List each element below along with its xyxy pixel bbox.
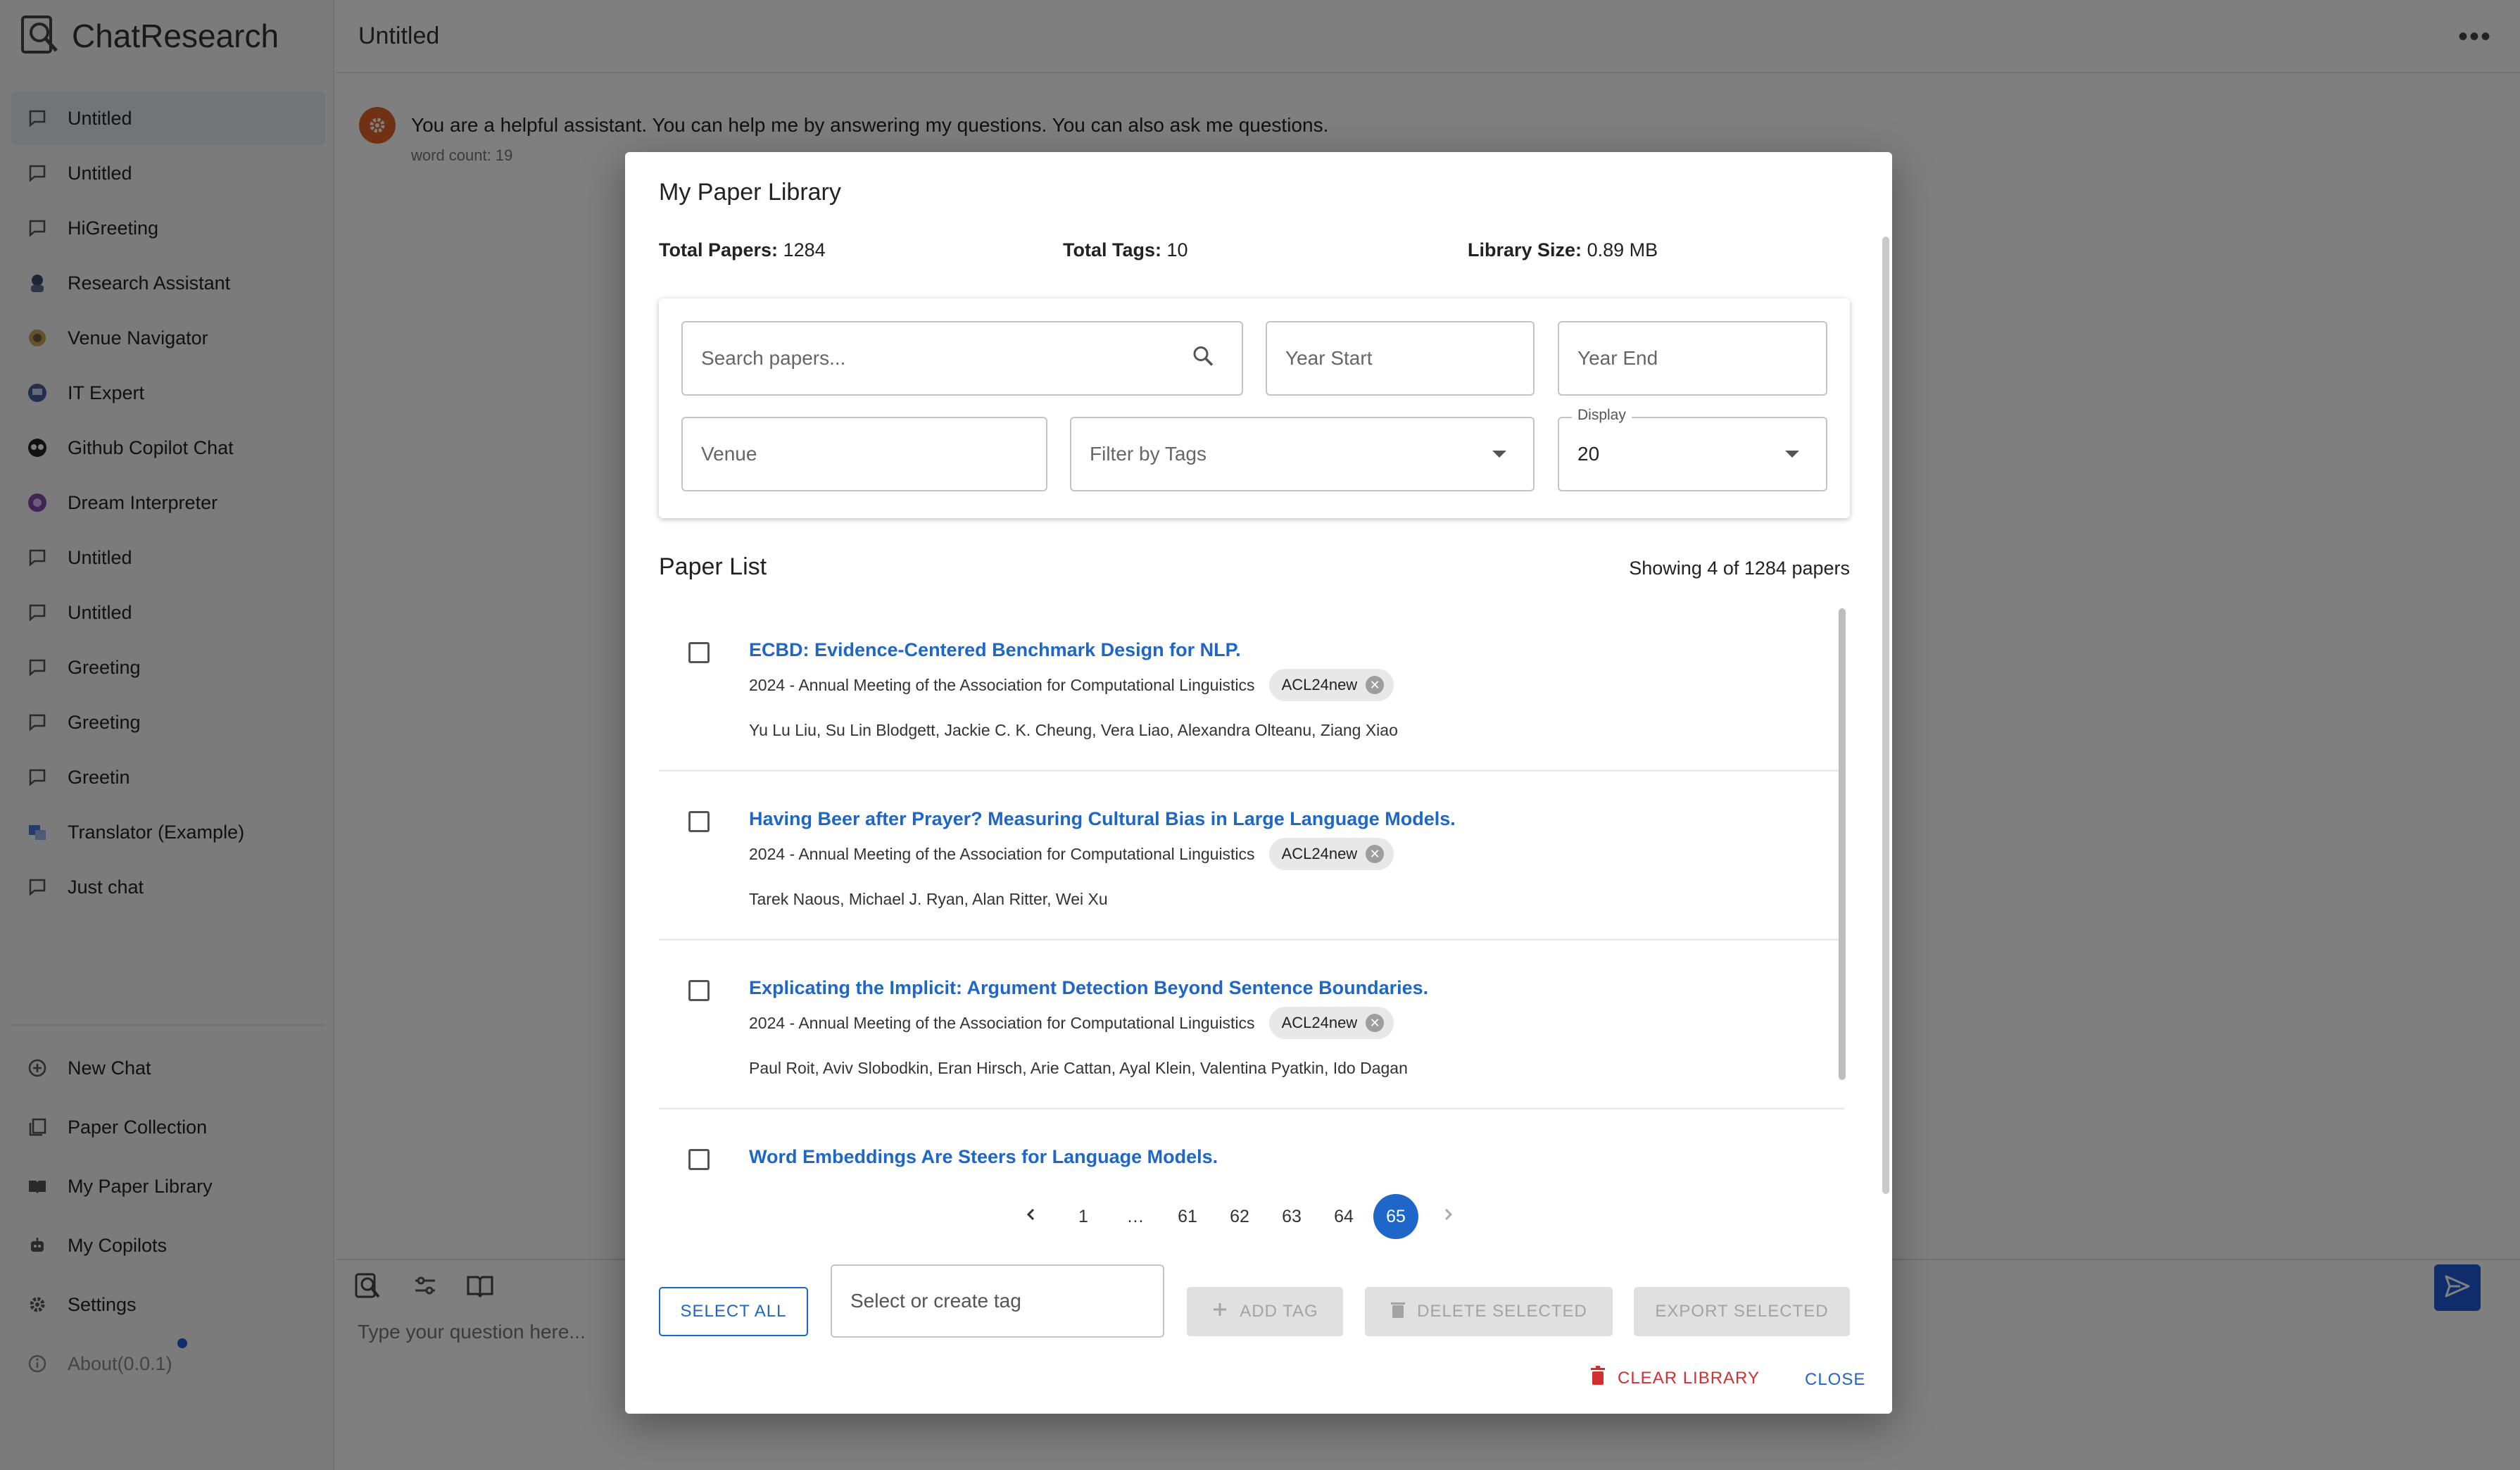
clear-library-button[interactable]: CLEAR LIBRARY [1589, 1366, 1760, 1390]
paper-authors: Tarek Naous, Michael J. Ryan, Alan Ritte… [749, 890, 1108, 908]
tag-chip[interactable]: ACL24new ✕ [1268, 1007, 1394, 1039]
paper-checkbox[interactable] [688, 1149, 710, 1170]
paper-authors: Paul Roit, Aviv Slobodkin, Eran Hirsch, … [749, 1059, 1408, 1077]
clear-library-label: CLEAR LIBRARY [1618, 1368, 1760, 1388]
plus-icon [1211, 1301, 1228, 1323]
page-button[interactable]: 64 [1321, 1194, 1366, 1239]
page-button[interactable]: 62 [1217, 1194, 1262, 1239]
paper-title-link[interactable]: Explicating the Implicit: Argument Detec… [749, 977, 1428, 999]
bulk-actions: SELECT ALL Select or create tag ADD TAG … [659, 1264, 1856, 1342]
library-size-stat: Library Size: 0.89 MB [1468, 239, 1658, 261]
tag-chip-label: ACL24new [1281, 1014, 1358, 1031]
library-size-label: Library Size: [1468, 239, 1582, 260]
display-count-select[interactable]: Display 20 [1558, 407, 1827, 491]
remove-tag-icon[interactable]: ✕ [1366, 1014, 1385, 1032]
paper-checkbox[interactable] [688, 642, 710, 663]
paper-title-link[interactable]: Word Embeddings Are Steers for Language … [749, 1146, 1218, 1168]
add-tag-button[interactable]: ADD TAG [1187, 1287, 1343, 1336]
paper-venue: 2024 - Annual Meeting of the Association… [749, 838, 1394, 870]
venue-placeholder: Venue [701, 443, 757, 465]
tag-select-input[interactable]: Select or create tag [831, 1264, 1164, 1338]
paper-title-link[interactable]: Having Beer after Prayer? Measuring Cult… [749, 808, 1456, 830]
total-tags-value: 10 [1166, 239, 1188, 260]
year-start-placeholder: Year Start [1285, 347, 1373, 369]
paper-checkbox[interactable] [688, 980, 710, 1001]
select-all-button[interactable]: SELECT ALL [659, 1287, 808, 1336]
remove-tag-icon[interactable]: ✕ [1366, 845, 1385, 863]
delete-selected-button[interactable]: DELETE SELECTED [1365, 1287, 1613, 1336]
paper-venue-text: 2024 - Annual Meeting of the Association… [749, 844, 1255, 863]
paper-authors: Yu Lu Liu, Su Lin Blodgett, Jackie C. K.… [749, 721, 1398, 739]
tag-chip-label: ACL24new [1281, 845, 1358, 862]
paper-checkbox[interactable] [688, 811, 710, 832]
tags-filter-select[interactable]: Filter by Tags [1070, 417, 1535, 491]
year-start-field[interactable]: Year Start [1266, 321, 1535, 396]
display-label: Display [1572, 407, 1632, 424]
chevron-left-icon [1023, 1207, 1039, 1227]
tag-chip-label: ACL24new [1281, 676, 1358, 693]
total-papers-value: 1284 [783, 239, 826, 260]
library-size-value: 0.89 MB [1587, 239, 1658, 260]
paper-venue: 2024 - Annual Meeting of the Association… [749, 1007, 1394, 1039]
year-end-placeholder: Year End [1577, 347, 1658, 369]
paper-title-link[interactable]: ECBD: Evidence-Centered Benchmark Design… [749, 639, 1241, 661]
chevron-down-icon [1492, 451, 1506, 458]
filter-panel: Search papers... Year Start Year End Ven… [659, 299, 1850, 518]
showing-count: Showing 4 of 1284 papers [1629, 558, 1850, 579]
trash-icon [1589, 1366, 1606, 1390]
tag-chip[interactable]: ACL24new ✕ [1268, 669, 1394, 701]
tags-filter-placeholder: Filter by Tags [1090, 443, 1207, 465]
chevron-right-icon [1440, 1207, 1456, 1227]
total-tags-stat: Total Tags: 10 [1063, 239, 1188, 261]
paper-venue: 2024 - Annual Meeting of the Association… [749, 669, 1394, 701]
current-page-button[interactable]: 65 [1373, 1194, 1418, 1239]
chevron-down-icon [1785, 451, 1799, 458]
page-ellipsis: … [1126, 1206, 1145, 1226]
total-tags-label: Total Tags: [1063, 239, 1161, 260]
tag-select-placeholder: Select or create tag [850, 1290, 1021, 1312]
paper-venue-text: 2024 - Annual Meeting of the Association… [749, 675, 1255, 694]
year-end-field[interactable]: Year End [1558, 321, 1827, 396]
page-button[interactable]: 1 [1061, 1194, 1106, 1239]
paper-library-dialog: My Paper Library Total Papers: 1284 Tota… [625, 152, 1892, 1414]
search-placeholder: Search papers... [701, 347, 846, 369]
next-page-button[interactable] [1425, 1194, 1470, 1239]
tag-chip[interactable]: ACL24new ✕ [1268, 838, 1394, 870]
total-papers-label: Total Papers: [659, 239, 779, 260]
venue-field[interactable]: Venue [681, 417, 1047, 491]
close-button[interactable]: CLOSE [1805, 1370, 1865, 1390]
display-value: 20 [1577, 443, 1600, 465]
list-scrollbar[interactable] [1839, 608, 1846, 1080]
dialog-scrollbar[interactable] [1882, 237, 1889, 1194]
export-selected-button[interactable]: EXPORT SELECTED [1634, 1287, 1850, 1336]
trash-icon [1390, 1300, 1406, 1324]
dialog-title: My Paper Library [659, 179, 841, 206]
prev-page-button[interactable] [1009, 1194, 1054, 1239]
pagination: 1 … 61 62 63 64 65 [1005, 1194, 1474, 1239]
paper-row: Having Beer after Prayer? Measuring Cult… [659, 772, 1844, 941]
add-tag-label: ADD TAG [1240, 1302, 1318, 1321]
paper-venue-text: 2024 - Annual Meeting of the Association… [749, 1013, 1255, 1032]
paper-row: ECBD: Evidence-Centered Benchmark Design… [659, 603, 1844, 772]
delete-selected-label: DELETE SELECTED [1417, 1302, 1587, 1321]
page-button[interactable]: 61 [1165, 1194, 1210, 1239]
search-icon[interactable] [1191, 344, 1215, 373]
search-input[interactable]: Search papers... [681, 321, 1243, 396]
remove-tag-icon[interactable]: ✕ [1366, 676, 1385, 694]
paper-list-title: Paper List [659, 553, 767, 580]
total-papers-stat: Total Papers: 1284 [659, 239, 826, 261]
paper-row: Explicating the Implicit: Argument Detec… [659, 941, 1844, 1110]
page-button[interactable]: 63 [1269, 1194, 1314, 1239]
